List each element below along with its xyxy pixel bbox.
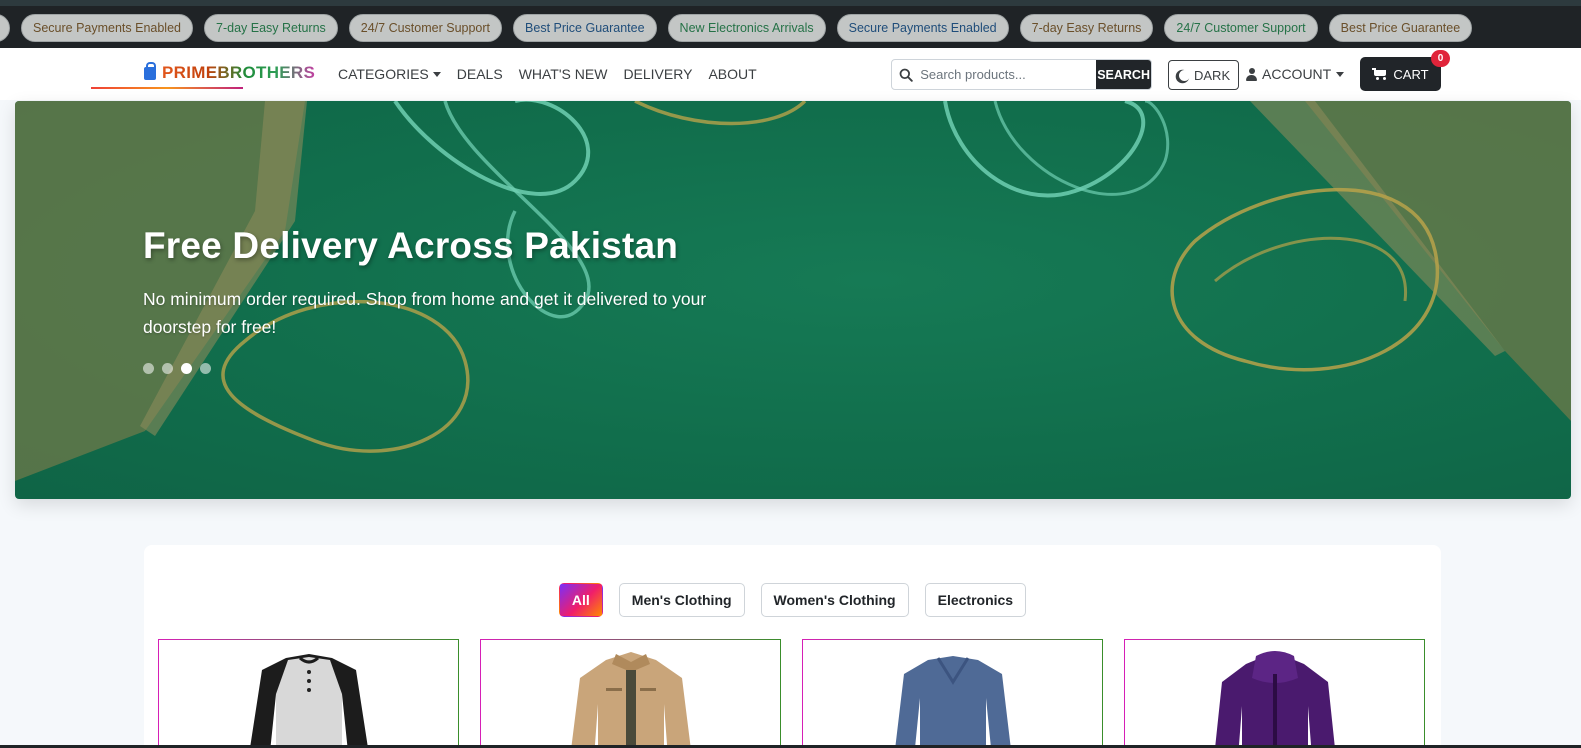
carousel-dot-4[interactable]: [200, 363, 211, 374]
moon-icon: [1179, 70, 1190, 81]
ticker-pill: als: [0, 14, 10, 42]
ticker-pill: 7-day Easy Returns: [1019, 14, 1154, 42]
hero-carousel[interactable]: Free Delivery Across Pakistan No minimum…: [15, 101, 1571, 499]
cart-icon: [1372, 68, 1387, 80]
product-card[interactable]: [158, 639, 459, 748]
search-button[interactable]: SEARCH: [1096, 60, 1151, 89]
ticker-pill: New Electronics Arrivals: [667, 14, 826, 42]
filter-mens-clothing[interactable]: Men's Clothing: [618, 583, 745, 617]
filter-electronics[interactable]: Electronics: [924, 583, 1027, 617]
product-image-khaki-jacket: [570, 652, 691, 748]
product-grid: [158, 639, 1425, 748]
hero-subtitle: No minimum order required. Shop from hom…: [143, 289, 707, 337]
account-dropdown[interactable]: ACCOUNT: [1246, 66, 1345, 82]
search-input[interactable]: [920, 60, 1097, 89]
carousel-dot-2[interactable]: [162, 363, 173, 374]
brand-underline: [91, 87, 243, 89]
account-label: ACCOUNT: [1262, 66, 1332, 82]
product-card[interactable]: [480, 639, 781, 748]
nav-links: CATEGORIES DEALS WHAT'S NEW DELIVERY ABO…: [338, 66, 757, 82]
nav-delivery[interactable]: DELIVERY: [623, 66, 692, 82]
chevron-down-icon: [1336, 71, 1345, 77]
ticker-track: als Secure Payments Enabled 7-day Easy Ret…: [0, 14, 1473, 42]
filter-all[interactable]: All: [558, 583, 603, 617]
carousel-dot-1[interactable]: [143, 363, 154, 374]
brand-name: PRIMEBROTHERS: [162, 63, 316, 82]
announcement-ticker: als Secure Payments Enabled 7-day Easy Ret…: [0, 0, 1581, 48]
nav-categories-label: CATEGORIES: [338, 66, 429, 82]
product-image-blue-sweater: [894, 656, 1011, 748]
chevron-down-icon: [432, 71, 441, 77]
products-section: All Men's Clothing Women's Clothing Elec…: [144, 545, 1441, 748]
carousel-dot-3[interactable]: [181, 363, 192, 374]
product-image-purple-jacket: [1214, 651, 1335, 748]
search-icon: [892, 60, 920, 89]
product-card[interactable]: [802, 639, 1103, 748]
filter-womens-clothing[interactable]: Women's Clothing: [760, 583, 909, 617]
ticker-pill: Best Price Guarantee: [1328, 14, 1473, 42]
product-image-henley-shirt: [249, 654, 368, 748]
nav-deals[interactable]: DEALS: [457, 66, 503, 82]
hero-title: Free Delivery Across Pakistan: [143, 225, 679, 266]
cart-count-badge: 0: [1431, 50, 1450, 67]
search-form: SEARCH: [891, 59, 1152, 90]
ticker-pill: Secure Payments Enabled: [836, 14, 1009, 42]
carousel-indicators: [143, 363, 211, 374]
nav-about[interactable]: ABOUT: [708, 66, 756, 82]
brand-logo[interactable]: PRIMEBROTHERS: [144, 61, 316, 83]
ticker-pill: Best Price Guarantee: [513, 14, 657, 42]
shopping-bag-icon: [144, 61, 156, 80]
ticker-pill: 24/7 Customer Support: [1164, 14, 1318, 42]
ticker-pill: 24/7 Customer Support: [348, 14, 503, 42]
dark-mode-label: DARK: [1194, 67, 1231, 83]
ticker-pill: Secure Payments Enabled: [20, 14, 193, 42]
cart-label: CART: [1393, 66, 1429, 82]
navbar: PRIMEBROTHERS CATEGORIES DEALS WHAT'S NE…: [0, 48, 1581, 100]
dark-mode-toggle[interactable]: DARK: [1168, 60, 1240, 90]
cart-button[interactable]: CART: [1360, 57, 1441, 91]
ticker-pill: 7-day Easy Returns: [204, 14, 338, 42]
nav-whats-new[interactable]: WHAT'S NEW: [519, 66, 608, 82]
nav-categories[interactable]: CATEGORIES: [338, 66, 441, 82]
user-icon: [1246, 67, 1257, 81]
product-card[interactable]: [1124, 639, 1425, 748]
category-filters: All Men's Clothing Women's Clothing Elec…: [144, 583, 1441, 617]
